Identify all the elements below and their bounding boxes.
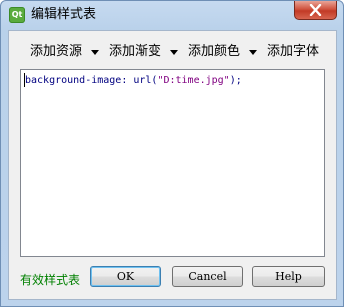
add-color-dropdown-icon[interactable] <box>249 50 257 55</box>
code-string: "D:time.jpg" <box>157 75 230 86</box>
help-button[interactable]: Help <box>252 266 325 287</box>
ok-button[interactable]: OK <box>90 266 161 287</box>
title-bar[interactable]: Qt 编辑样式表 <box>1 1 343 29</box>
add-font-button[interactable]: 添加字体 <box>267 43 319 61</box>
code-suffix: ); <box>229 75 242 86</box>
add-gradient-button[interactable]: 添加渐变 <box>109 43 161 61</box>
add-gradient-dropdown-icon[interactable] <box>170 50 178 55</box>
close-icon <box>309 4 322 16</box>
cancel-button[interactable]: Cancel <box>172 266 243 287</box>
dialog-body: 添加资源 添加渐变 添加颜色 添加字体 background-image: ur… <box>8 30 337 300</box>
add-color-button[interactable]: 添加颜色 <box>188 43 240 61</box>
add-resource-button[interactable]: 添加资源 <box>30 43 82 61</box>
code-line: background-image: url("D:time.jpg"); <box>25 74 242 87</box>
window-title: 编辑样式表 <box>31 7 97 22</box>
stylesheet-editor[interactable]: background-image: url("D:time.jpg"); <box>20 69 325 257</box>
add-resource-dropdown-icon[interactable] <box>91 50 99 55</box>
qt-designer-icon: Qt <box>9 7 25 23</box>
code-property: background-image: url( <box>25 75 158 86</box>
edit-stylesheet-dialog: Qt 编辑样式表 添加资源 添加渐变 添加颜色 添加字体 background-… <box>0 0 344 307</box>
valid-stylesheet-status: 有效样式表 <box>20 273 81 287</box>
close-button[interactable] <box>294 1 337 20</box>
